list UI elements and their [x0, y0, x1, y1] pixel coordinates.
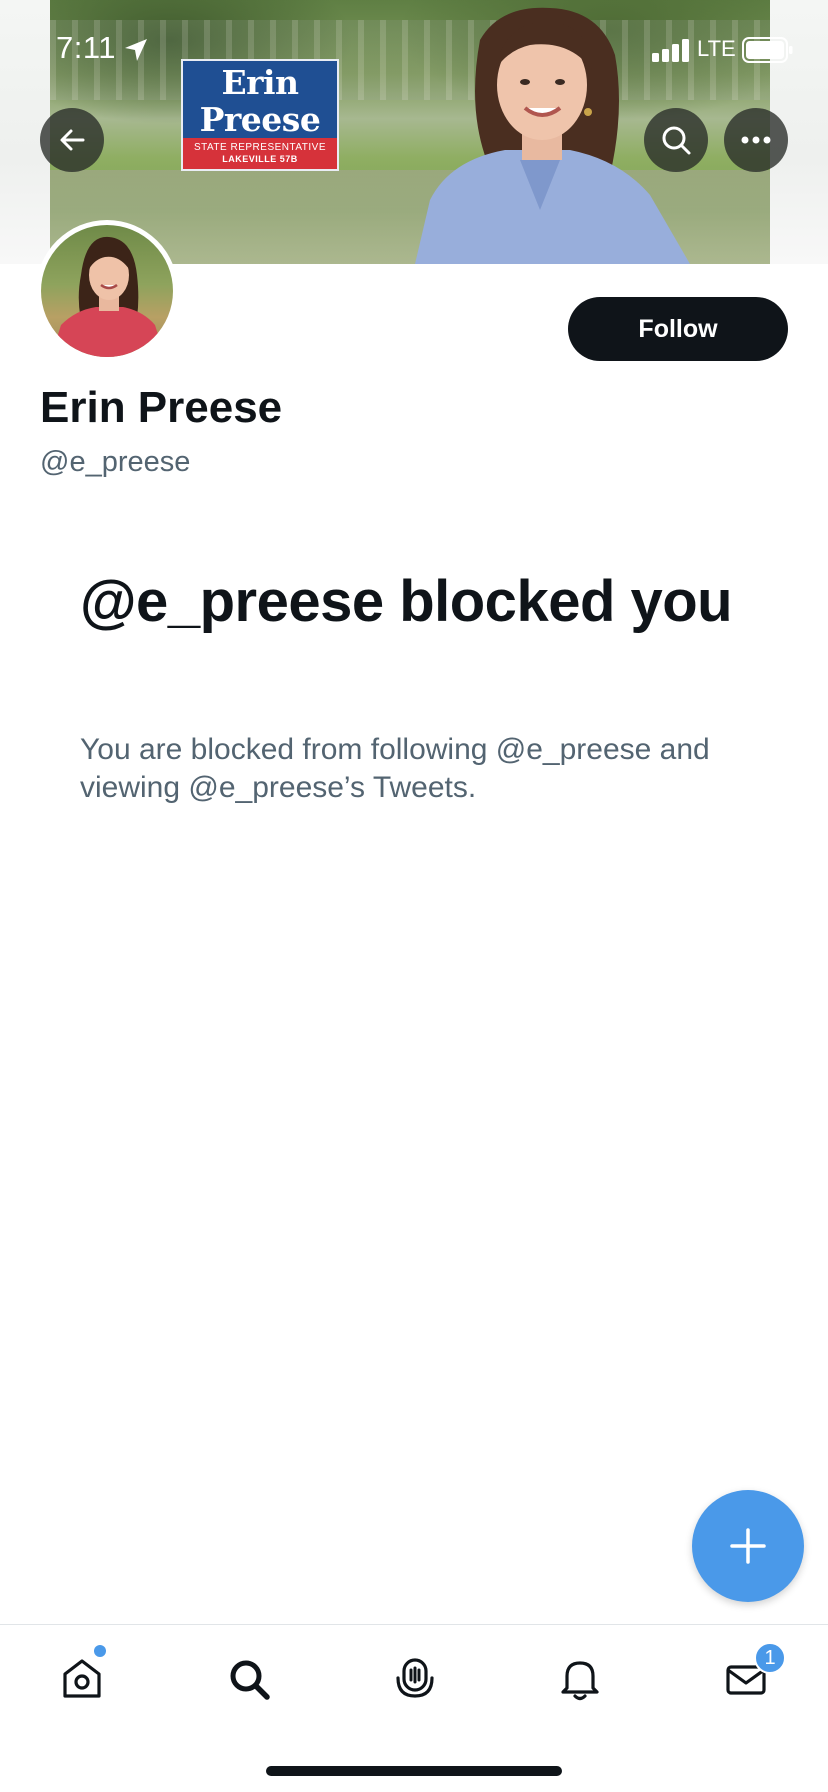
more-icon [741, 136, 771, 144]
avatar-image [41, 225, 173, 357]
sign-district: LAKEVILLE 57B [222, 154, 298, 164]
compose-tweet-button[interactable] [692, 1490, 804, 1602]
back-button[interactable] [40, 108, 104, 172]
status-bar: 7:11 LTE [0, 0, 828, 100]
plus-icon [730, 1528, 766, 1564]
search-button[interactable] [644, 108, 708, 172]
tab-spaces[interactable] [385, 1649, 445, 1709]
tab-home[interactable] [52, 1649, 112, 1709]
notifications-icon [561, 1661, 599, 1701]
follow-button[interactable]: Follow [568, 297, 788, 361]
sign-name-line2: Preese [199, 100, 321, 139]
display-name: Erin Preese [40, 383, 283, 432]
sign-bar: STATE REPRESENTATIVE LAKEVILLE 57B [183, 138, 337, 169]
blocked-description: You are blocked from following @e_preese… [80, 733, 710, 804]
home-icon [63, 1659, 101, 1698]
search-icon [662, 126, 691, 155]
blocked-title: @e_preese blocked you [80, 569, 733, 634]
location-arrow-icon [125, 39, 147, 61]
sign-title: STATE REPRESENTATIVE [193, 142, 327, 153]
avatar-person-figure [51, 236, 165, 357]
more-button[interactable] [724, 108, 788, 172]
network-type: LTE [697, 36, 736, 61]
tab-notifications[interactable] [550, 1649, 610, 1709]
signal-icon [652, 39, 689, 62]
avatar[interactable] [36, 220, 178, 362]
home-indicator [266, 1766, 562, 1776]
back-arrow-icon [60, 129, 85, 151]
home-unread-dot [94, 1645, 106, 1657]
battery-icon [742, 37, 793, 63]
profile-screen: Erin Preese STATE REPRESENTATIVE LAKEVIL… [0, 0, 828, 1792]
tab-search[interactable] [219, 1649, 279, 1709]
messages-badge: 1 [754, 1642, 786, 1674]
status-time: 7:11 [56, 30, 117, 65]
spaces-icon [396, 1658, 434, 1698]
search-icon [230, 1660, 270, 1700]
user-handle: @e_preese [40, 446, 191, 478]
